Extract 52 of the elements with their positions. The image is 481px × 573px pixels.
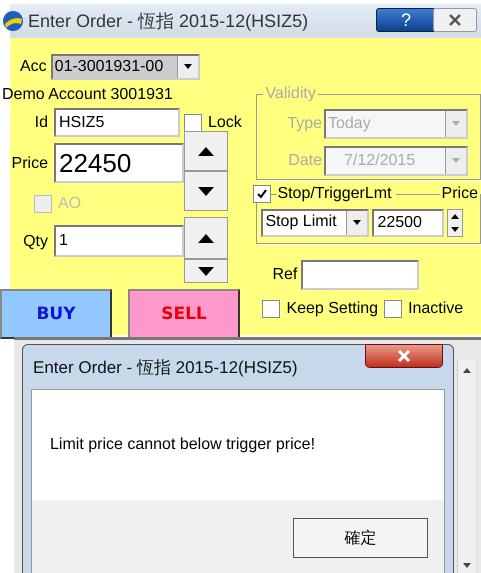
down-arrow-icon	[198, 186, 214, 196]
id-label: Id	[34, 114, 48, 132]
ref-field[interactable]	[301, 260, 420, 290]
dropdown-arrow-icon	[451, 121, 461, 127]
qty-up-button[interactable]	[184, 217, 228, 259]
ao-label: AO	[58, 195, 82, 213]
account-name: Demo Account 3001931	[2, 86, 174, 104]
price-field[interactable]: 22450	[54, 143, 184, 183]
trigger-price-spinner[interactable]	[447, 209, 464, 237]
dropdown-arrow-icon	[451, 158, 461, 164]
scroll-down-icon	[462, 563, 470, 568]
lock-label: Lock	[208, 114, 242, 132]
trigger-price-field[interactable]: 22500	[372, 209, 444, 237]
ref-label: Ref	[271, 266, 298, 284]
qty-down-button[interactable]	[184, 259, 228, 283]
price-down-button[interactable]	[184, 171, 228, 211]
account-dropdown[interactable]: 01-3001931-00	[50, 54, 200, 80]
close-button[interactable]	[365, 344, 443, 368]
logo-icon	[2, 10, 24, 32]
stop-label: Stop/TriggerLmt	[277, 185, 396, 203]
id-field[interactable]: HSIZ5	[54, 108, 180, 137]
keep-setting-checkbox[interactable]	[262, 300, 280, 318]
window-title: Enter Order - 恆指 2015-12(HSIZ5)	[28, 10, 308, 33]
price-label: Price	[10, 155, 48, 173]
help-button[interactable]: ?	[376, 8, 436, 32]
type-label: Type	[287, 115, 322, 133]
keep-setting-label: Keep Setting	[286, 300, 378, 318]
lock-checkbox[interactable]	[184, 114, 202, 132]
check-icon	[256, 188, 268, 200]
dialog-title: Enter Order - 恆指 2015-12(HSIZ5)	[33, 356, 298, 378]
close-icon	[397, 350, 411, 362]
validity-title: Validity	[263, 85, 318, 103]
scrollbar[interactable]	[457, 360, 475, 573]
up-arrow-icon	[198, 234, 214, 242]
dropdown-arrow-icon	[182, 64, 193, 70]
price-up-button[interactable]	[184, 131, 228, 171]
close-button[interactable]	[433, 8, 477, 32]
buy-button[interactable]: BUY	[0, 289, 112, 339]
date-label: Date	[288, 152, 322, 170]
dialog-message: Limit price cannot below trigger price!	[50, 436, 316, 454]
ok-button[interactable]: 確定	[293, 518, 428, 558]
account-label: Acc	[19, 58, 47, 76]
close-icon	[447, 14, 463, 26]
dropdown-arrow-icon	[352, 220, 362, 226]
stop-checkbox[interactable]	[253, 185, 272, 203]
inactive-label: Inactive	[408, 300, 464, 318]
up-arrow-icon	[198, 146, 214, 156]
qty-label: Qty	[22, 233, 48, 251]
qty-field[interactable]: 1	[54, 225, 184, 257]
order-type-dropdown[interactable]: Stop Limit	[261, 209, 370, 237]
down-arrow-icon	[198, 266, 214, 276]
scroll-up-icon	[462, 368, 470, 373]
